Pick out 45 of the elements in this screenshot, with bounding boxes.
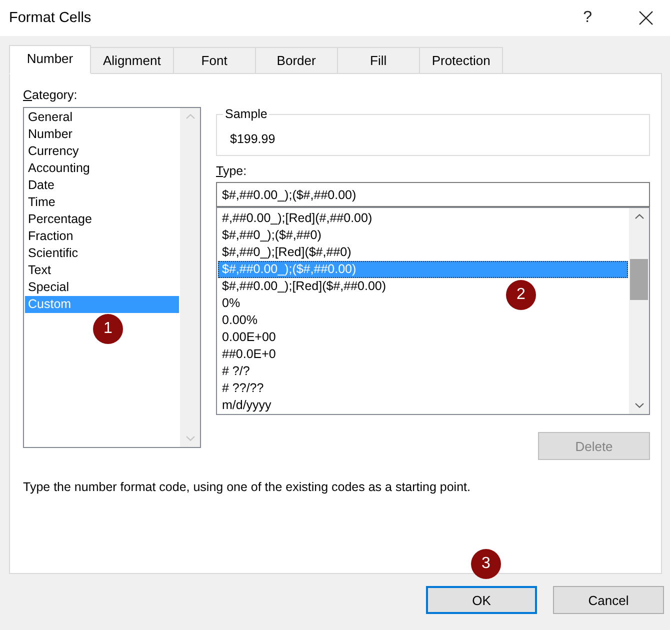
close-icon[interactable] xyxy=(639,11,653,25)
sample-value: $199.99 xyxy=(230,131,276,147)
tab[interactable]: Fill xyxy=(338,47,420,74)
scroll-up-icon[interactable] xyxy=(634,214,644,219)
format-code-item[interactable]: $#,##0_);[Red]($#,##0) xyxy=(218,244,354,261)
category-item[interactable]: Time xyxy=(25,194,58,211)
format-code-item[interactable]: # ??/?? xyxy=(218,380,267,397)
scroll-down-icon[interactable] xyxy=(634,403,644,408)
window-title: Format Cells xyxy=(9,10,92,26)
description-text: Type the number format code, using one of the existing codes as a starting point. xyxy=(23,479,472,495)
step-marker: 2 xyxy=(506,280,536,310)
category-item[interactable]: Scientific xyxy=(25,245,82,262)
format-code-item[interactable]: 0.00E+00 xyxy=(218,329,279,346)
category-item[interactable]: Special xyxy=(25,279,72,296)
tab[interactable]: Font xyxy=(174,47,256,74)
scrollbar[interactable] xyxy=(629,208,649,414)
format-code-item[interactable]: $#,##0.00_);[Red]($#,##0.00) xyxy=(218,278,390,295)
category-label: Category: xyxy=(23,87,78,104)
type-input-field[interactable]: $#,##0.00_);($#,##0.00) xyxy=(216,182,650,207)
format-code-item[interactable]: 0.00% xyxy=(218,312,260,329)
dialog-button[interactable]: OK xyxy=(426,586,537,614)
category-item[interactable]: General xyxy=(25,109,76,126)
category-item[interactable]: Percentage xyxy=(25,211,95,228)
help-button[interactable]: ? xyxy=(583,9,592,27)
format-code-item[interactable]: $#,##0_);($#,##0) xyxy=(218,227,324,244)
tab[interactable]: Number xyxy=(9,45,91,74)
dialog-button[interactable]: Cancel xyxy=(553,586,664,614)
format-code-item[interactable]: 0% xyxy=(218,295,244,312)
tab[interactable]: Protection xyxy=(420,47,504,74)
category-item[interactable]: Date xyxy=(25,177,58,194)
type-label: Type: xyxy=(216,163,248,180)
category-item[interactable]: Currency xyxy=(25,143,82,160)
category-item[interactable]: Text xyxy=(25,262,54,279)
format-code-item[interactable]: ##0.0E+0 xyxy=(218,346,279,363)
format-code-item[interactable]: #,##0.00_);[Red](#,##0.00) xyxy=(218,210,376,227)
category-item[interactable]: Number xyxy=(25,126,76,143)
sample-label: Sample xyxy=(224,106,268,122)
category-item[interactable]: Fraction xyxy=(25,228,76,245)
tab[interactable]: Alignment xyxy=(91,47,174,74)
tab[interactable]: Border xyxy=(256,47,338,74)
format-code-item[interactable]: m/d/yyyy xyxy=(218,397,274,414)
category-item[interactable]: Accounting xyxy=(25,160,93,177)
step-marker: 1 xyxy=(93,314,123,344)
format-code-item[interactable]: # ?/? xyxy=(218,363,253,380)
scrollbar-thumb[interactable] xyxy=(630,259,648,300)
